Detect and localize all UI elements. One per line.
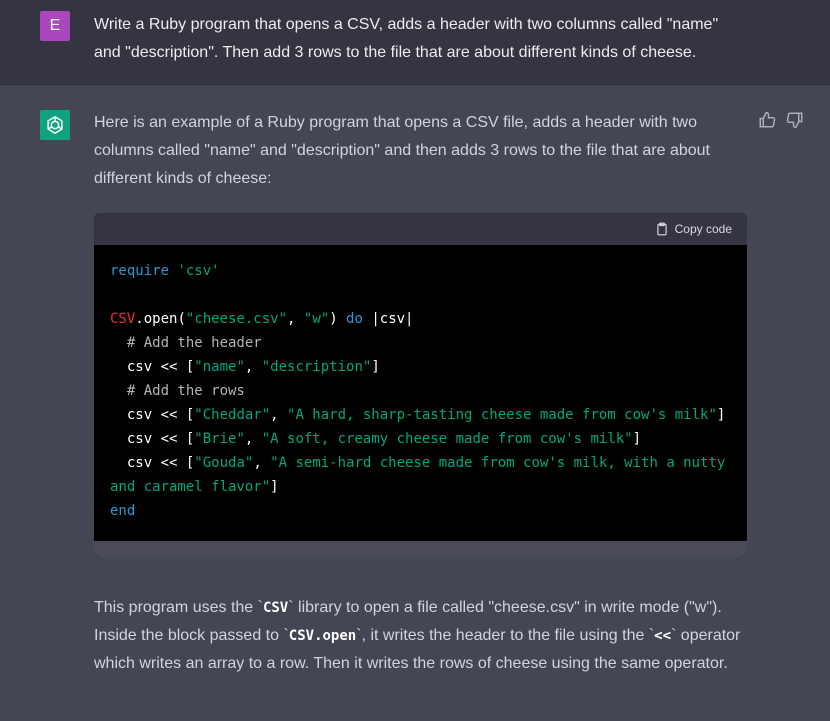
user-message-line-2: and "description". Then add 3 rows to th… [94, 44, 697, 61]
openai-logo-icon [40, 110, 70, 140]
inline-code: CSV [262, 600, 289, 616]
code-line: CSV.open("cheese.csv", "w") do |csv| [110, 311, 414, 327]
clipboard-icon [656, 222, 667, 236]
inline-code: CSV.open [288, 628, 357, 644]
thumbs-down-icon[interactable] [786, 111, 804, 129]
thumbs-up-icon[interactable] [758, 111, 776, 129]
code-line: end [110, 503, 136, 519]
code-line: csv << ["Cheddar", "A hard, sharp-tastin… [110, 407, 726, 423]
user-message: Write a Ruby program that opens a CSV, a… [94, 11, 784, 67]
assistant-intro-text: Here is an example of a Ruby program tha… [94, 114, 710, 187]
code-line: # Add the rows [110, 383, 245, 399]
user-avatar: E [40, 11, 70, 41]
feedback-buttons [758, 111, 804, 129]
copy-code-label: Copy code [674, 222, 732, 236]
code-line: csv << ["name", "description"] [110, 359, 380, 375]
code-block: Copy code require 'csv' CSV.open("cheese… [94, 213, 747, 557]
copy-code-button[interactable]: Copy code [655, 222, 732, 236]
assistant-explanation-text: This program uses the `CSV` library to o… [94, 599, 741, 672]
code-line: and caramel flavor"] [110, 479, 279, 495]
inline-code: << [654, 628, 672, 644]
code-line: require 'csv' [110, 263, 220, 279]
code-horizontal-scrollbar[interactable] [94, 541, 747, 557]
user-message-line-1: Write a Ruby program that opens a CSV, a… [94, 16, 719, 33]
code-block-header: Copy code [94, 213, 747, 245]
code-line: csv << ["Gouda", "A semi-hard cheese mad… [110, 455, 726, 471]
code-content: require 'csv' CSV.open("cheese.csv", "w"… [94, 245, 747, 523]
code-line: csv << ["Brie", "A soft, creamy cheese m… [110, 431, 642, 447]
code-line: # Add the header [110, 335, 262, 351]
user-message-row: E Write a Ruby program that opens a CSV,… [0, 0, 830, 85]
assistant-message-row: Here is an example of a Ruby program tha… [0, 85, 830, 721]
